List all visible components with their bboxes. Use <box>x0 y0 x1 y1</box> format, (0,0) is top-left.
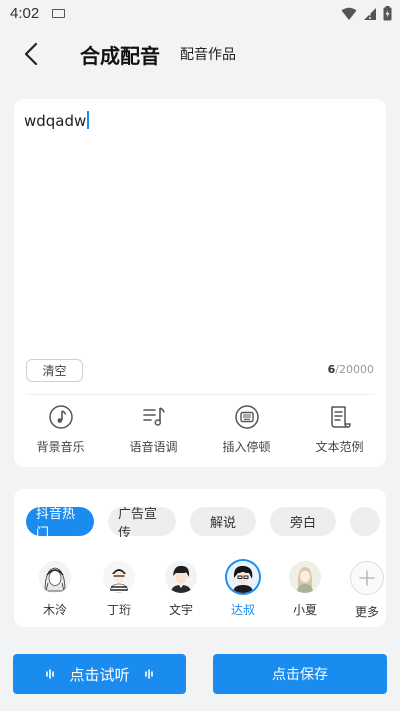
chevron-left-icon <box>24 42 38 66</box>
avatar <box>227 561 259 593</box>
voice-item[interactable]: 文宇 <box>156 561 206 618</box>
voice-item[interactable]: 小夏 <box>280 561 330 618</box>
text-sample-icon <box>330 406 351 428</box>
divider <box>26 394 374 395</box>
sound-wave-icon <box>144 669 153 679</box>
status-icons <box>341 6 392 21</box>
voice-name: 丁珩 <box>106 603 131 617</box>
preview-button-label: 点击试听 <box>69 665 130 684</box>
tone-icon <box>142 407 165 426</box>
tab-advertising[interactable]: 广告宣传 <box>108 507 176 537</box>
voice-name: 木泠 <box>42 603 67 617</box>
voice-name: 小夏 <box>292 603 317 617</box>
text-caret <box>87 111 90 129</box>
text-sample-button[interactable]: 文本范例 <box>293 404 386 460</box>
pause-insert-icon <box>234 405 259 429</box>
char-max: /20000 <box>335 363 374 376</box>
wifi-icon <box>341 7 357 20</box>
tool-row: 背景音乐 语音语调 插入停顿 文本范例 <box>14 404 386 460</box>
voice-item-selected[interactable]: 达叔 <box>218 561 268 618</box>
back-button[interactable] <box>18 40 46 68</box>
voice-name: 达叔 <box>230 603 255 617</box>
tool-label: 文本范例 <box>315 440 364 454</box>
text-input-value: wdqadw <box>24 112 87 130</box>
tab-narration[interactable]: 旁白 <box>270 507 336 536</box>
text-editor-card: wdqadw 清空 6/20000 背景音乐 语音语调 插入停顿 文本范例 <box>14 99 386 467</box>
more-label: 更多 <box>354 605 379 619</box>
preview-button[interactable]: 点击试听 <box>13 654 186 694</box>
avatar <box>165 561 197 593</box>
tab-douyin-hot[interactable]: 抖音热门 <box>26 507 94 537</box>
voice-item[interactable]: 木泠 <box>30 561 80 618</box>
battery-icon <box>383 6 392 21</box>
avatar <box>289 561 321 593</box>
avatar <box>103 561 135 593</box>
char-counter: 6/20000 <box>328 363 374 376</box>
page-title: 合成配音 <box>80 44 160 68</box>
background-music-button[interactable]: 背景音乐 <box>14 404 107 460</box>
voice-tone-button[interactable]: 语音语调 <box>107 404 200 460</box>
voice-item[interactable]: 丁珩 <box>94 561 144 618</box>
category-tabs: 抖音热门 广告宣传 解说 旁白 <box>26 507 386 537</box>
works-link[interactable]: 配音作品 <box>180 44 236 64</box>
more-voices-button[interactable]: 更多 <box>342 561 392 620</box>
clear-button[interactable]: 清空 <box>26 359 83 382</box>
avatar <box>39 561 71 593</box>
keyboard-icon <box>52 9 65 18</box>
text-input[interactable]: wdqadw <box>24 111 90 130</box>
save-button[interactable]: 点击保存 <box>213 654 387 694</box>
voice-name: 文宇 <box>168 603 193 617</box>
sound-wave-icon <box>46 669 55 679</box>
status-time: 4:02 <box>10 5 40 22</box>
tab-more-hidden[interactable] <box>350 507 380 536</box>
tool-label: 语音语调 <box>129 440 178 454</box>
more-circle <box>350 561 384 595</box>
plus-icon <box>359 570 375 586</box>
voice-selector-card: 抖音热门 广告宣传 解说 旁白 木泠 丁珩 文宇 达叔 小夏 更多 <box>14 489 386 627</box>
signal-icon <box>364 7 376 20</box>
status-bar: 4:02 <box>0 0 400 28</box>
voice-list: 木泠 丁珩 文宇 达叔 小夏 更多 <box>24 561 386 623</box>
tab-commentary[interactable]: 解说 <box>190 507 256 536</box>
tool-label: 背景音乐 <box>36 440 85 454</box>
tool-label: 插入停顿 <box>222 440 271 454</box>
app-header: 合成配音 配音作品 <box>0 28 400 80</box>
music-note-icon <box>48 405 73 429</box>
insert-pause-button[interactable]: 插入停顿 <box>200 404 293 460</box>
